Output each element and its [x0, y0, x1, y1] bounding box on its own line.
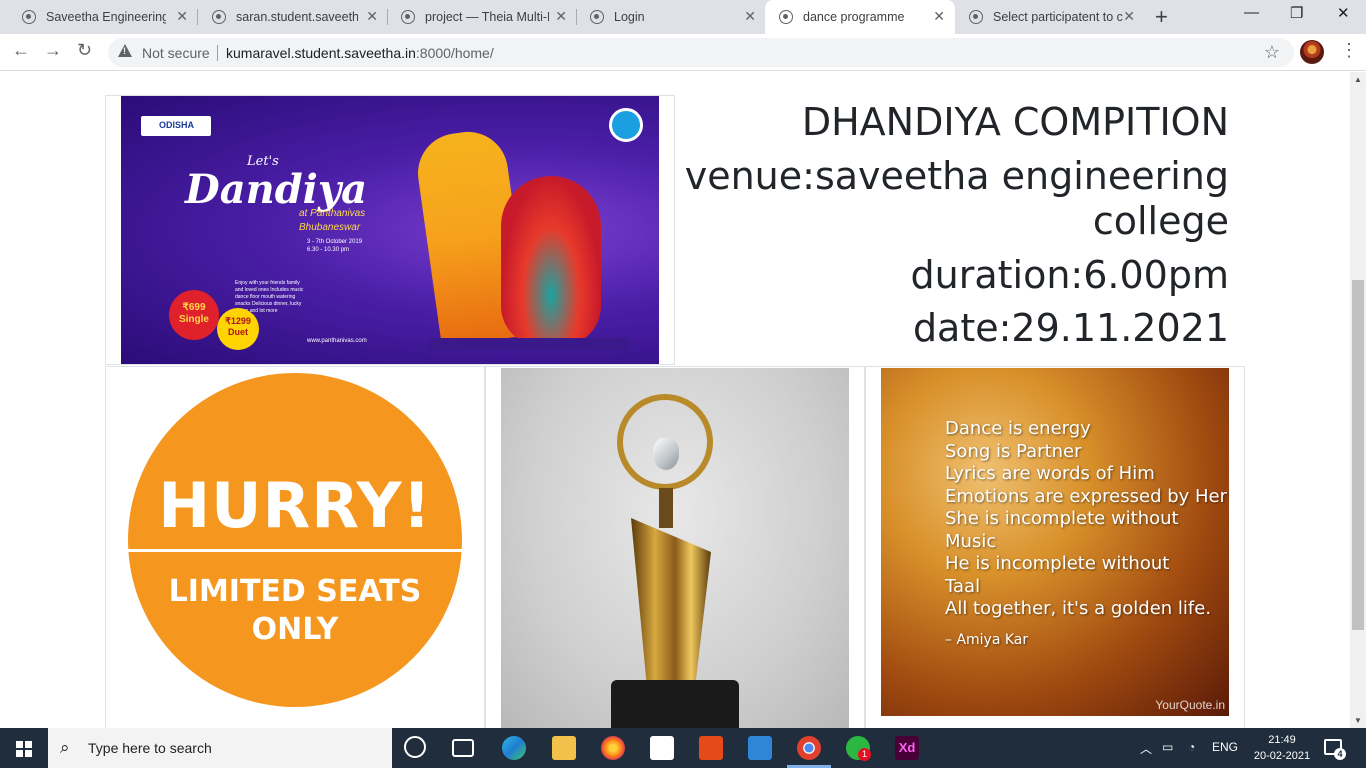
dancer-figure	[501, 176, 601, 346]
tab-login[interactable]: Login ✕	[576, 0, 766, 34]
scrollbar-thumb[interactable]	[1352, 280, 1364, 630]
close-tab-icon[interactable]: ✕	[1123, 8, 1135, 25]
whatsapp-badge: 1	[858, 748, 871, 761]
cortana-icon[interactable]	[404, 736, 426, 758]
new-tab-button[interactable]: +	[1155, 4, 1168, 30]
office-icon[interactable]	[699, 736, 723, 760]
search-icon: ⌕	[60, 738, 70, 757]
page-viewport: ODISHA Let's Dandiya at Panthanivas Bhub…	[0, 72, 1350, 728]
firefox-icon[interactable]	[601, 736, 625, 760]
poster-card: ODISHA Let's Dandiya at Panthanivas Bhub…	[105, 95, 675, 365]
page-scrollbar[interactable]: ▲ ▼	[1350, 72, 1366, 728]
globe-icon	[22, 10, 36, 24]
trophy-image	[501, 368, 849, 728]
minimize-button[interactable]: —	[1244, 4, 1259, 21]
globe-icon	[779, 10, 793, 24]
taskbar-clock[interactable]: 21:49 20-02-2021	[1252, 732, 1312, 764]
event-venue: venue:saveetha engineering college	[684, 153, 1229, 244]
profile-avatar[interactable]	[1300, 40, 1324, 64]
scroll-up-icon[interactable]: ▲	[1354, 75, 1362, 84]
tab-dance-programme[interactable]: dance programme ✕	[765, 0, 955, 34]
task-view-icon[interactable]	[452, 739, 474, 757]
tab-strip: Saveetha Engineering C ✕ saran.student.s…	[0, 0, 1366, 34]
back-icon[interactable]: ←	[12, 40, 30, 61]
network-icon[interactable]: ▭	[1162, 740, 1173, 754]
security-label[interactable]: Not secure	[142, 45, 210, 61]
warning-icon[interactable]	[118, 44, 132, 57]
hurry-limited-seats-image: HURRY! LIMITED SEATS ONLY	[128, 373, 462, 707]
windows-taskbar: ⌕ Type here to search 1 Xd ︿ ▭ ◔ ENG 21:…	[0, 728, 1366, 768]
show-hidden-icons-chevron-icon[interactable]: ︿	[1140, 740, 1152, 757]
event-info: DHANDIYA COMPITION venue:saveetha engine…	[620, 100, 1229, 360]
price-single-badge: ₹699 Single	[169, 290, 219, 340]
forward-icon[interactable]: →	[44, 40, 62, 61]
quote-card: Dance is energy Song is Partner Lyrics a…	[865, 366, 1245, 728]
globe-icon	[212, 10, 226, 24]
reload-icon[interactable]: ↻	[77, 40, 92, 61]
yourquote-watermark: YourQuote.in	[1155, 698, 1225, 712]
edge-icon[interactable]	[502, 736, 526, 760]
address-bar[interactable]: Not secure kumaravel.student.saveetha.in…	[108, 38, 1294, 67]
globe-icon	[590, 10, 604, 24]
menu-kebab-icon[interactable]: ⋮	[1340, 40, 1358, 61]
poster-headline: Dandiya	[185, 166, 368, 213]
chrome-icon[interactable]	[797, 736, 821, 760]
mail-icon[interactable]	[748, 736, 772, 760]
trophy-card	[485, 366, 865, 728]
url-text[interactable]: kumaravel.student.saveetha.in:8000/home/	[226, 45, 494, 61]
close-tab-icon[interactable]: ✕	[555, 8, 567, 25]
file-explorer-icon[interactable]	[552, 736, 576, 760]
odisha-logo: ODISHA	[141, 116, 211, 136]
tab-project[interactable]: project — Theia Multi-L ✕	[387, 0, 577, 34]
event-duration: duration:6.00pm	[910, 252, 1229, 297]
bookmark-star-icon[interactable]: ☆	[1264, 42, 1280, 63]
tab-select-participant[interactable]: Select participatent to c ✕	[955, 0, 1145, 34]
store-icon[interactable]	[650, 736, 674, 760]
language-indicator[interactable]: ENG	[1212, 740, 1238, 754]
maximize-button[interactable]: ❐	[1290, 4, 1303, 22]
browser-toolbar: ← → ↻ Not secure kumaravel.student.savee…	[0, 34, 1366, 71]
scroll-down-icon[interactable]: ▼	[1354, 716, 1362, 725]
quote-author: – Amiya Kar	[945, 632, 1029, 648]
event-date: date:29.11.2021	[912, 306, 1229, 351]
hurry-card: HURRY! LIMITED SEATS ONLY	[105, 366, 485, 728]
close-tab-icon[interactable]: ✕	[933, 8, 945, 25]
taskbar-search[interactable]: ⌕ Type here to search	[48, 728, 392, 768]
close-window-button[interactable]: ✕	[1337, 4, 1350, 22]
wifi-icon[interactable]: ◔	[1188, 740, 1195, 754]
close-tab-icon[interactable]: ✕	[176, 8, 188, 25]
price-duet-badge: ₹1299 Duet	[217, 308, 259, 350]
windows-start-icon[interactable]	[16, 741, 32, 757]
quote-text: Dance is energy Song is Partner Lyrics a…	[945, 418, 1228, 619]
dandiya-poster-image: ODISHA Let's Dandiya at Panthanivas Bhub…	[121, 96, 659, 364]
dance-quote-image: Dance is energy Song is Partner Lyrics a…	[881, 368, 1229, 716]
close-tab-icon[interactable]: ✕	[744, 8, 756, 25]
globe-icon	[969, 10, 983, 24]
globe-icon	[401, 10, 415, 24]
tab-saveetha[interactable]: Saveetha Engineering C ✕	[8, 0, 198, 34]
notification-count-badge: 4	[1334, 748, 1346, 760]
event-title: DHANDIYA COMPITION	[801, 100, 1229, 144]
close-tab-icon[interactable]: ✕	[366, 8, 378, 25]
tab-saran[interactable]: saran.student.saveetha. ✕	[198, 0, 388, 34]
adobe-xd-icon[interactable]: Xd	[895, 736, 919, 760]
